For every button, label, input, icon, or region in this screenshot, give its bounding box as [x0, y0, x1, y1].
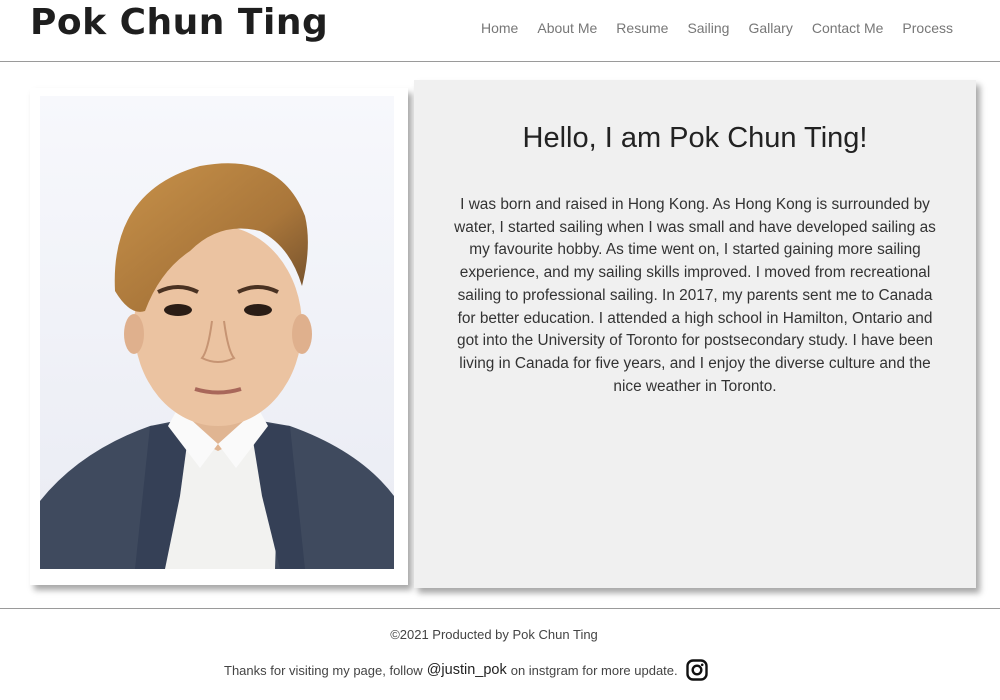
- bio-card: Hello, I am Pok Chun Ting! I was born an…: [414, 80, 976, 588]
- profile-photo: [40, 96, 394, 569]
- bio-paragraph: I was born and raised in Hong Kong. As H…: [454, 196, 936, 395]
- follow-text-end: on instgram for more update.: [510, 662, 678, 678]
- nav-sailing[interactable]: Sailing: [687, 20, 729, 36]
- site-title[interactable]: Pok Chun Ting: [30, 2, 328, 43]
- instagram-icon[interactable]: [685, 659, 708, 681]
- page-title: Hello, I am Pok Chun Ting!: [522, 122, 868, 154]
- copyright-text: ©2021 Producted by Pok Chun Ting: [390, 627, 598, 642]
- site-footer: ©2021 Producted by Pok Chun Ting Thanks …: [0, 608, 1000, 700]
- site-header: Pok Chun Ting Home About Me Resume Saili…: [0, 0, 1000, 62]
- instagram-handle[interactable]: @justin_pok: [427, 662, 507, 678]
- nav-gallary[interactable]: Gallary: [748, 20, 792, 36]
- nav-home[interactable]: Home: [481, 20, 518, 36]
- nav-contact-me[interactable]: Contact Me: [812, 20, 884, 36]
- nav-resume[interactable]: Resume: [616, 20, 668, 36]
- main-nav: Home About Me Resume Sailing Gallary Con…: [462, 20, 953, 36]
- follow-text: Thanks for visiting my page, follow: [224, 662, 423, 678]
- follow-message: Thanks for visiting my page, follow @jus…: [224, 659, 708, 681]
- profile-photo-card: [30, 88, 408, 585]
- nav-process[interactable]: Process: [902, 20, 953, 36]
- nav-about-me[interactable]: About Me: [537, 20, 597, 36]
